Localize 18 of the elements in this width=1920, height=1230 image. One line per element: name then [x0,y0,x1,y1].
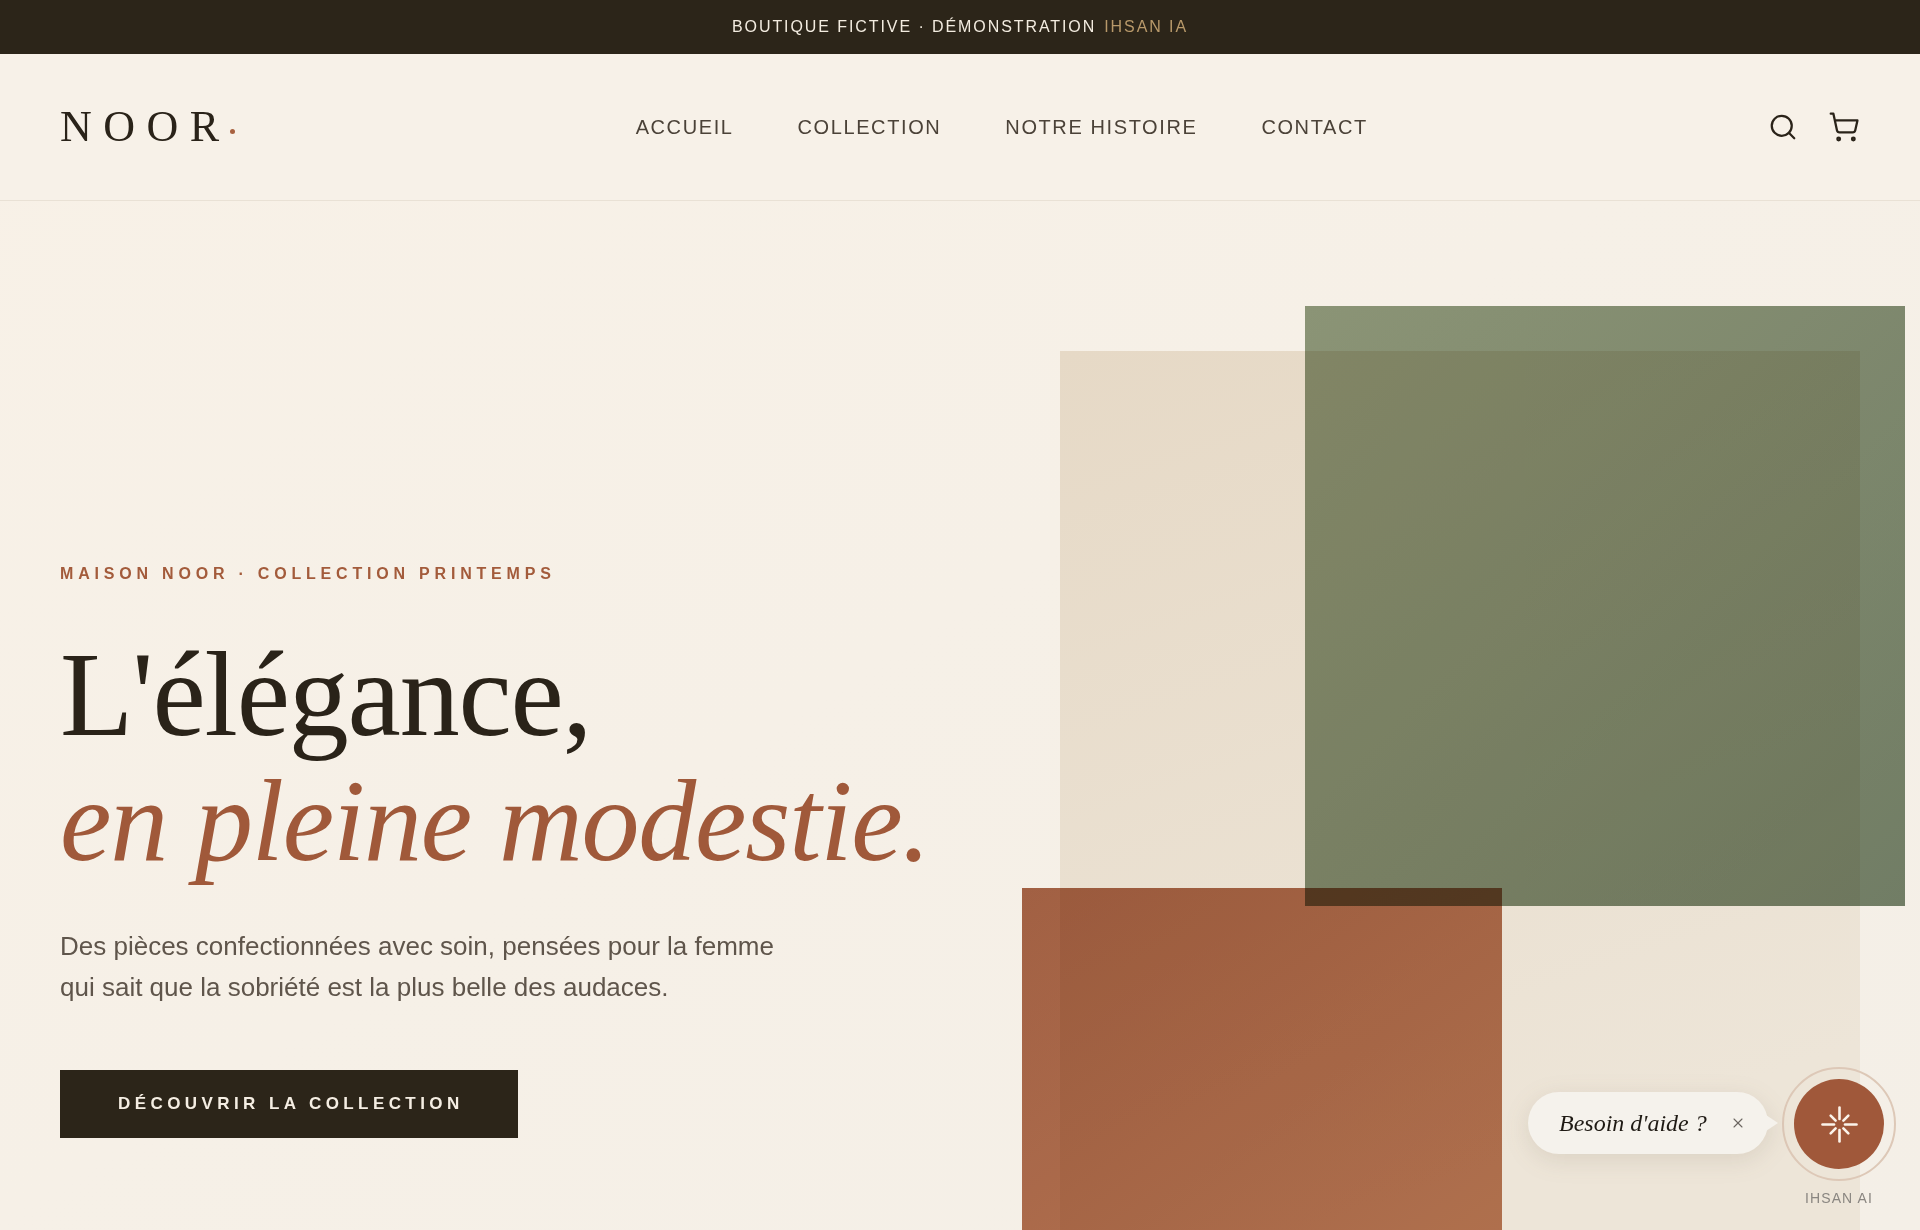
announcement-text: BOUTIQUE FICTIVE · DÉMONSTRATION [731,16,1097,37]
cart-button[interactable] [1828,111,1860,143]
assistant-label: IHSAN AI [1804,1189,1874,1207]
nav-link[interactable]: NOTRE HISTOIRE [1005,112,1198,142]
search-icon [1768,112,1798,142]
nav-link[interactable]: COLLECTION [797,112,942,142]
assistant-button[interactable] [1794,1079,1884,1169]
help-prompt: Besoin d'aide ? [1559,1109,1707,1138]
sparkle-icon [1820,1105,1858,1143]
nav-link[interactable]: CONTACT [1261,112,1368,142]
nav-link[interactable]: ACCUEIL [635,112,734,142]
hero-eyebrow: MAISON NOOR · COLLECTION PRINTEMPS [60,564,556,584]
announcement-highlight: IHSAN IA [1104,17,1189,37]
cta-button[interactable]: DÉCOUVRIR LA COLLECTION [60,1070,518,1138]
hero-description: Des pièces confectionnées avec soin, pensées pour la femme qui sait que la sobriété est la plus belle des audaces. [60,930,775,1004]
search-button[interactable] [1768,112,1798,142]
cart-icon [1828,111,1860,143]
logo[interactable]: NOOR [60,105,236,149]
